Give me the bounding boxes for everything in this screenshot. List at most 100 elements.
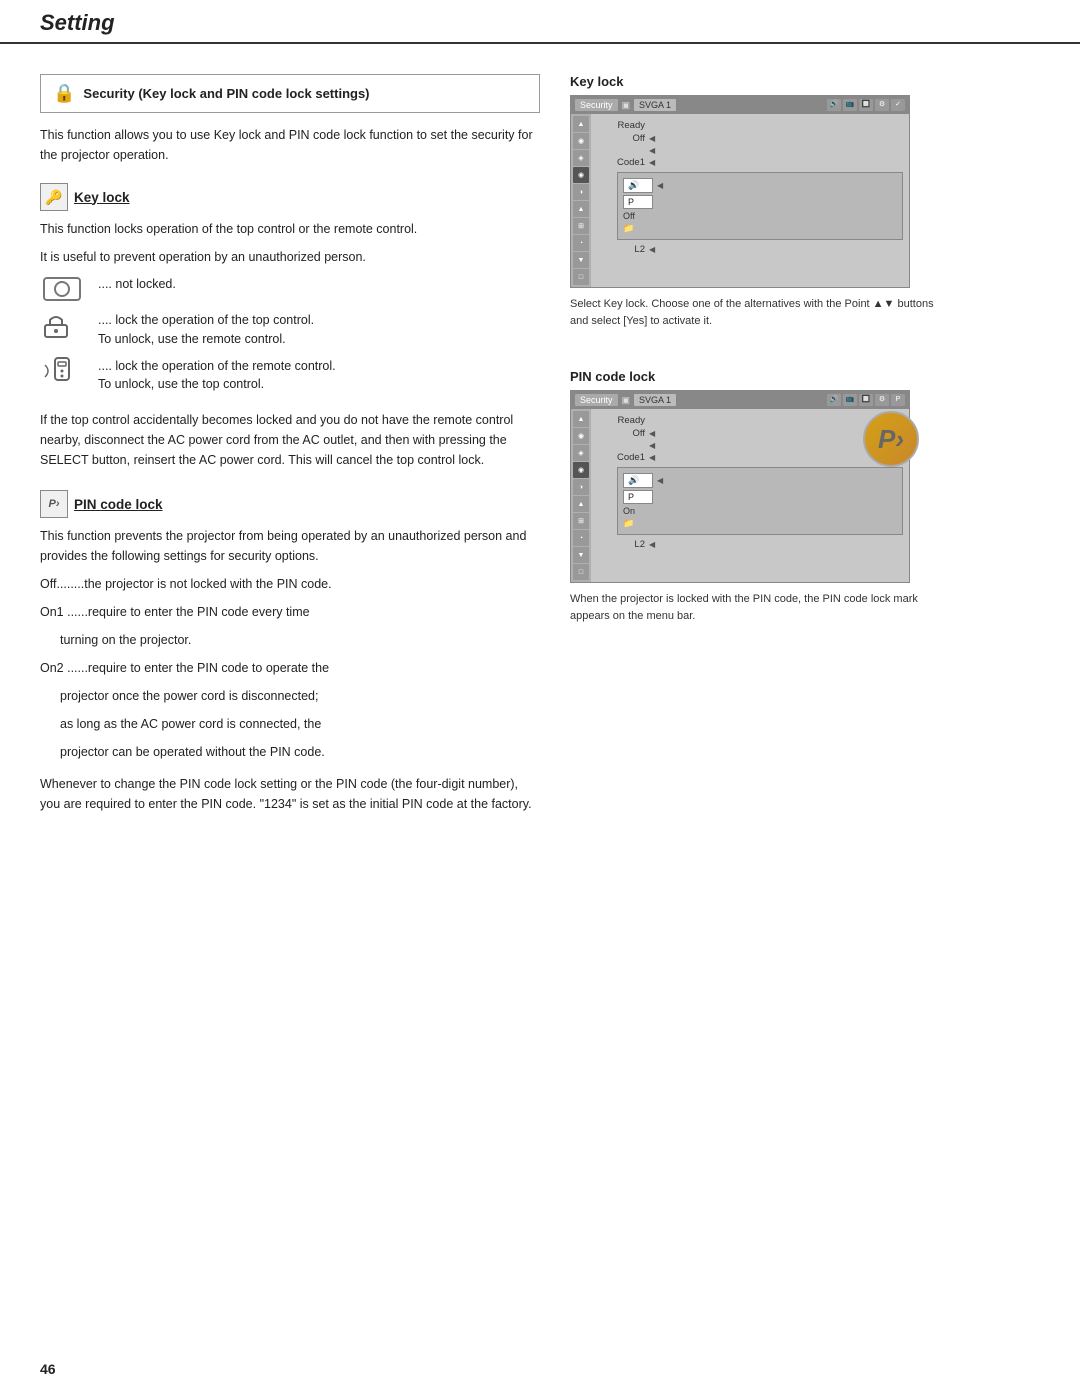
camera-icon: [43, 277, 81, 301]
keylock-desc1: This function locks operation of the top…: [40, 219, 540, 239]
sub-row4: 📁: [623, 223, 897, 234]
pin-big-icon: P›: [863, 411, 919, 467]
pin-screenshot-title: PIN code lock: [570, 369, 950, 384]
security-header-box: 🔒 Security (Key lock and PIN code lock s…: [40, 74, 540, 113]
pin-arrow-l2: ◀: [649, 540, 655, 549]
pin-sidebar-item7: ◔: [573, 530, 589, 546]
left-column: 🔒 Security (Key lock and PIN code lock s…: [40, 74, 540, 822]
pin-l2-label: L2: [597, 539, 645, 550]
ui-row-code1: Code1 ◀: [597, 157, 903, 168]
sidebar-item7: ◔: [573, 235, 589, 251]
pin-sidebar-up: ▲: [573, 411, 589, 427]
arrow-off: ◀: [649, 134, 655, 143]
pin-arrow-code1: ◀: [649, 453, 655, 462]
topbar-icons: 🔊 📺 🔲 ⚙ ✓: [827, 99, 905, 111]
pin-icon-box: P›: [40, 490, 68, 518]
pin-caption: When the projector is locked with the PI…: [570, 591, 950, 624]
icon1: 🔊: [827, 99, 841, 111]
pin-sidebar-item4: ◑: [573, 479, 589, 495]
pin-on2-line4: projector can be operated without the PI…: [60, 742, 540, 762]
pin-ui-row-blank: ◀: [597, 441, 903, 450]
page-header: Setting: [0, 0, 1080, 44]
keylock-title-row: 🔑 Key lock: [40, 183, 540, 211]
icon5: ✓: [891, 99, 905, 111]
not-locked-icon: [40, 275, 84, 303]
pin-off-label: Off........the projector is not locked w…: [40, 574, 540, 594]
pin-ui-row-ready: Ready: [597, 415, 903, 426]
pin-sidebar-item5: ▲: [573, 496, 589, 512]
pin-on1-indent: turning on the projector.: [60, 630, 540, 650]
ui-body-keylock: ▲ ◉ ◈ ◉ ◑ ▲ ⊞ ◔ ▼ □ Ready: [571, 114, 909, 287]
keylock-ui-screen: Security ▣ SVGA 1 🔊 📺 🔲 ⚙ ✓ ▲: [570, 95, 910, 288]
ui-topbar-keylock: Security ▣ SVGA 1 🔊 📺 🔲 ⚙ ✓: [571, 96, 909, 114]
l2-label: L2: [597, 244, 645, 255]
pin-ui-row-code1: Code1 ◀: [597, 452, 903, 463]
pin-sidebar-item3: ◉: [573, 462, 589, 478]
ui-sidebar-keylock: ▲ ◉ ◈ ◉ ◑ ▲ ⊞ ◔ ▼ □: [571, 114, 591, 287]
sub-value1: 🔊: [623, 178, 653, 193]
sub-value2: P: [623, 195, 653, 209]
sub-row1: 🔊 ◀: [623, 178, 897, 193]
pin-sub-row4: 📁: [623, 518, 897, 529]
pin-paragraph: Whenever to change the PIN code lock set…: [40, 774, 540, 814]
topbar-icons-pin: 🔊 📺 🔲 ⚙ P: [827, 394, 905, 406]
pin-sidebar-item8: □: [573, 564, 589, 580]
lock-remote-row: .... lock the operation of the remote co…: [40, 357, 540, 395]
ready-label: Ready: [597, 120, 645, 131]
folder-icon-keylock: 📁: [623, 223, 634, 234]
off-value: Off: [623, 211, 635, 221]
sidebar-up-arrow: ▲: [573, 116, 589, 132]
ui-row-off: Off ◀: [597, 133, 903, 144]
lock-top-label1: .... lock the operation of the top contr…: [98, 313, 314, 327]
pin-ready-label: Ready: [597, 415, 645, 426]
arrow-l2: ◀: [649, 245, 655, 254]
sidebar-down-arrow: ▼: [573, 252, 589, 268]
main-content: 🔒 Security (Key lock and PIN code lock s…: [0, 44, 1080, 862]
pin-sub-value1: 🔊: [623, 473, 653, 488]
code1-label: Code1: [597, 157, 645, 168]
pin-sidebar-item1: ◉: [573, 428, 589, 444]
ui-row-l2: L2 ◀: [597, 244, 903, 255]
pin-title-row: P› PIN code lock: [40, 490, 540, 518]
icon2: 📺: [843, 99, 857, 111]
pin-icon4: ⚙: [875, 394, 889, 406]
monitor-icon-pin: ▣: [622, 395, 631, 406]
pin-code1-label: Code1: [597, 452, 645, 463]
pin-on-value: On: [623, 506, 635, 516]
ui-body-pin: ▲ ◉ ◈ ◉ ◑ ▲ ⊞ ◔ ▼ □ Ready: [571, 409, 909, 582]
svga-tab: SVGA 1: [634, 99, 676, 111]
sidebar-item2: ◈: [573, 150, 589, 166]
ui-row-blank: ◀: [597, 146, 903, 155]
page-title: Setting: [40, 10, 1040, 36]
pin-icon3: 🔲: [859, 394, 873, 406]
page-number: 46: [40, 1361, 56, 1377]
sub-row2: P: [623, 195, 897, 209]
pin-ui-row-l2: L2 ◀: [597, 539, 903, 550]
ui-row-ready: Ready: [597, 120, 903, 131]
pin-off-row-label: Off: [597, 428, 645, 439]
keylock-screenshot-title: Key lock: [570, 74, 950, 89]
lock-remote-label: .... lock the operation of the remote co…: [98, 357, 336, 395]
not-locked-label: .... not locked.: [98, 275, 176, 294]
ui-sub-panel-pin: 🔊 ◀ P On 📁: [617, 467, 903, 535]
sidebar-item5: ▲: [573, 201, 589, 217]
lock-top-icon: [40, 311, 84, 339]
pin-sidebar-down: ▼: [573, 547, 589, 563]
keylock-paragraph: If the top control accidentally becomes …: [40, 410, 540, 470]
pin-sidebar-item2: ◈: [573, 445, 589, 461]
sidebar-item3-active: ◉: [573, 167, 589, 183]
icon4: ⚙: [875, 99, 889, 111]
sub-row3: Off: [623, 211, 897, 221]
pin-on2-label: On2 ......require to enter the PIN code …: [40, 658, 540, 678]
pin-title: PIN code lock: [74, 497, 163, 512]
pin-sub-row3: On: [623, 506, 897, 516]
svga-tab-pin: SVGA 1: [634, 394, 676, 406]
pin-section: P› PIN code lock This function prevents …: [40, 490, 540, 814]
monitor-icon: ▣: [622, 100, 631, 111]
pin-ui-row-off: Off ◀: [597, 428, 903, 439]
not-locked-row: .... not locked.: [40, 275, 540, 303]
pin-icon2: 📺: [843, 394, 857, 406]
pin-sub-row1: 🔊 ◀: [623, 473, 897, 488]
security-header-title: Security (Key lock and PIN code lock set…: [83, 86, 369, 101]
lock-icon: 🔒: [53, 83, 75, 104]
